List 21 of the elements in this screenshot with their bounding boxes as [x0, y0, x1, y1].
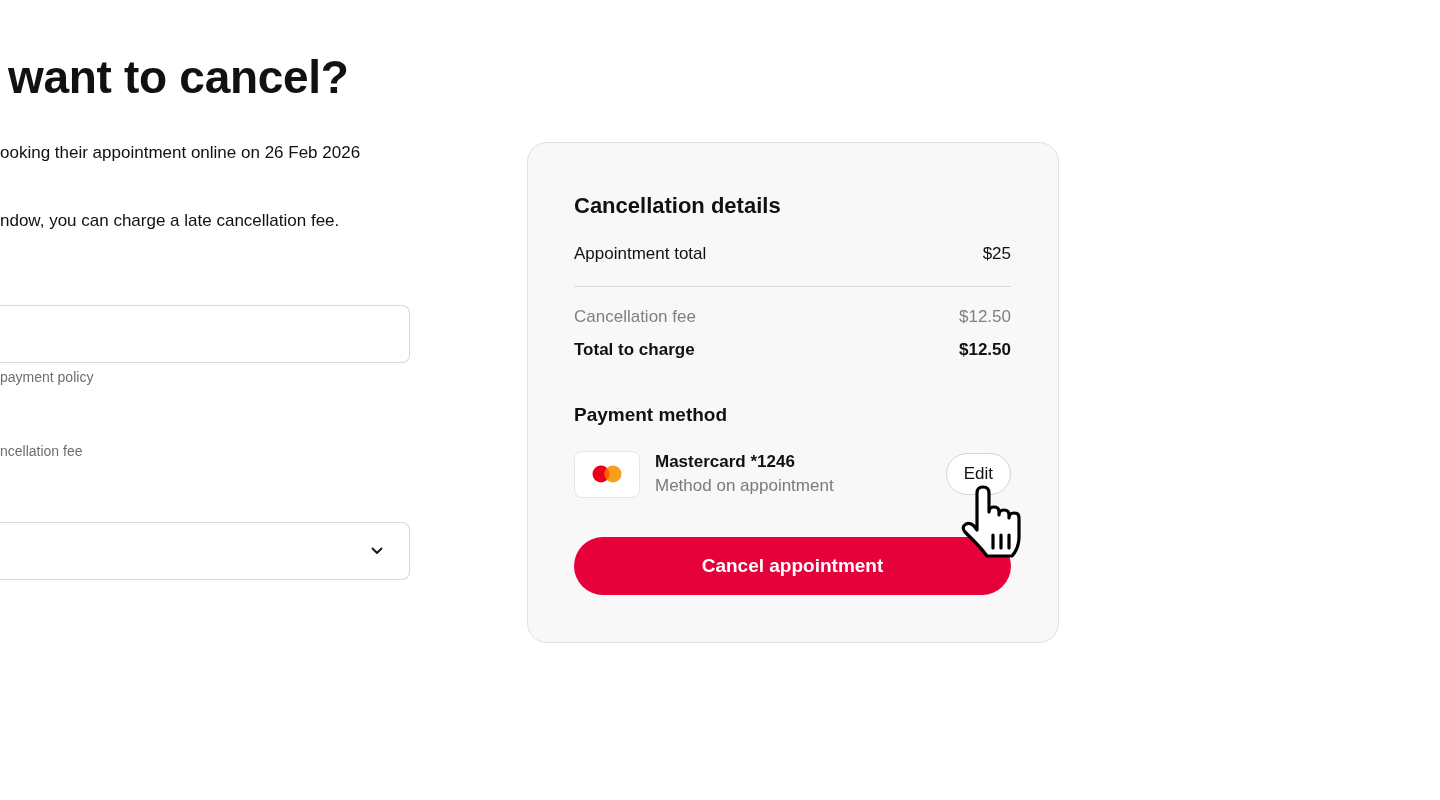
- row-value: $12.50: [959, 339, 1011, 361]
- description-text: ooking their appointment online on 26 Feb 2026: [0, 142, 361, 164]
- row-label: Appointment total: [574, 243, 707, 265]
- section-title: Payment method: [574, 403, 729, 427]
- card-logo-icon: [574, 450, 640, 498]
- page-heading: want to cancel?: [8, 50, 349, 105]
- dropdown-field[interactable]: [0, 522, 410, 580]
- card-name: Mastercard *1246: [655, 451, 796, 473]
- row-label: Total to charge: [574, 339, 695, 361]
- description-text: ndow, you can charge a late cancellation fee.: [0, 210, 340, 232]
- section-title: Cancellation details: [574, 192, 782, 220]
- card-note: Method on appointment: [655, 475, 835, 497]
- row-value: $25: [982, 243, 1011, 265]
- cancel-appointment-button[interactable]: Cancel appointment: [574, 537, 1011, 595]
- edit-button[interactable]: Edit: [945, 453, 1011, 495]
- input-field[interactable]: [0, 305, 410, 363]
- chevron-down-icon: [371, 547, 383, 555]
- note-text: ncellation fee: [0, 442, 83, 460]
- row-value: $12.50: [959, 306, 1011, 328]
- helper-text: payment policy: [0, 368, 94, 386]
- row-label: Cancellation fee: [574, 306, 696, 328]
